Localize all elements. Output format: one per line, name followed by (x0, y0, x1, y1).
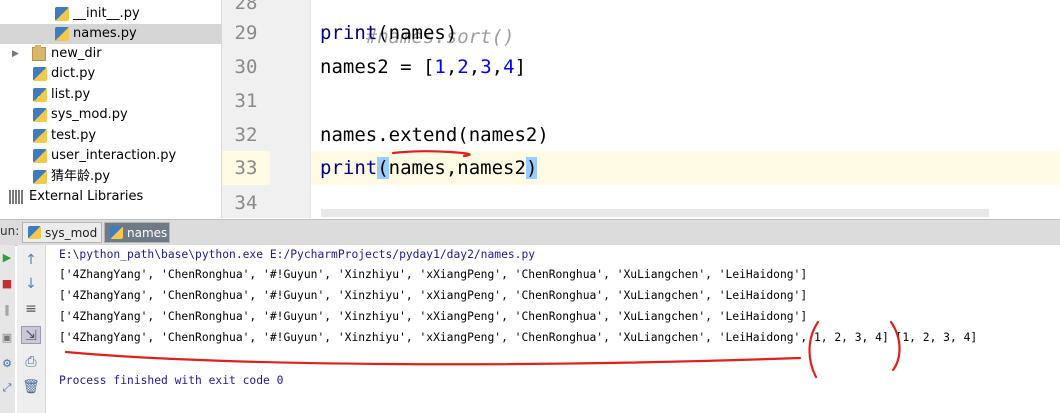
code-text: ] (514, 56, 527, 78)
line-number: 31 (234, 90, 258, 112)
tree-item-init[interactable]: __init__.py (0, 4, 221, 24)
folder-icon (32, 45, 46, 61)
line-number: 32 (234, 124, 258, 146)
print-icon[interactable]: ⎙ (21, 353, 41, 371)
python-file-icon (28, 226, 41, 239)
code-text: , (445, 56, 458, 78)
code-number: 2 (457, 56, 469, 78)
python-file-icon (55, 27, 69, 41)
tree-item-new-dir[interactable]: ▶ new_dir (0, 44, 221, 64)
tree-item-label: sys_mod.py (51, 107, 128, 122)
tree-item-guess-age[interactable]: 猜年龄.py (0, 167, 221, 187)
tree-item-label: __init__.py (73, 6, 140, 21)
tree-item-user-interaction[interactable]: user_interaction.py (0, 146, 221, 166)
code-builtin: print (320, 22, 378, 44)
code-editor[interactable]: #names.sort() print(names) names2 = [1,2… (311, 0, 1060, 218)
tree-item-external-libraries[interactable]: External Libraries (0, 187, 221, 207)
pin-icon[interactable]: ⤢ (1, 381, 13, 395)
python-file-icon (110, 226, 123, 239)
code-text: names2 = [ (320, 56, 435, 78)
pause-icon[interactable]: ‖ (1, 303, 13, 317)
scroll-to-end-icon[interactable]: ⇲ (21, 326, 41, 344)
line-number: 30 (234, 56, 258, 78)
run-tab-names[interactable]: names (104, 222, 170, 243)
tree-item-label: names.py (73, 26, 137, 41)
line-number-gutter: 28 29 30 31 32 33 34 (222, 0, 311, 218)
code-method: extend (388, 124, 458, 146)
tree-item-label: test.py (51, 128, 97, 143)
code-line-33: print(names,names2) (320, 151, 538, 185)
stop-icon[interactable]: ■ (1, 277, 13, 291)
tree-item-names[interactable]: names.py (0, 24, 221, 44)
run-toolbar: un: sys_mod names (0, 219, 1060, 246)
run-side-strip: ▶ ■ ‖ ▣ ⚙ ⤢ (0, 245, 15, 413)
run-tab-label: names (127, 226, 168, 240)
python-file-icon (33, 88, 47, 102)
run-tab-label: sys_mod (45, 226, 98, 240)
console-command-line: E:\python_path\base\python.exe E:/Pychar… (59, 248, 536, 261)
tree-item-test[interactable]: test.py (0, 126, 221, 146)
code-line-29: print(names) (320, 16, 457, 50)
python-file-icon (33, 149, 47, 163)
tree-item-dict[interactable]: dict.py (0, 64, 221, 84)
run-tab-sys-mod[interactable]: sys_mod (22, 222, 102, 243)
expand-arrow-icon[interactable]: ▶ (12, 44, 19, 64)
code-text: , (491, 56, 504, 78)
console-toolbar: ↑ ↓ ≡ ⇲ ⎙ 🗑 (17, 245, 46, 413)
project-tree: __init__.py names.py ▶ new_dir dict.py l… (0, 0, 222, 218)
run-console-output[interactable]: E:\python_path\base\python.exe E:/Pychar… (46, 245, 1060, 413)
horizontal-scrollbar[interactable] (321, 209, 989, 217)
run-label: un: (0, 224, 20, 238)
line-number: 34 (234, 192, 258, 214)
code-text: names. (320, 124, 389, 146)
scroll-down-icon[interactable]: ↓ (21, 275, 41, 293)
library-icon (9, 190, 23, 204)
tree-item-label: External Libraries (29, 189, 144, 204)
tree-item-sys-mod[interactable]: sys_mod.py (0, 105, 221, 125)
console-output-line: ['4ZhangYang', 'ChenRonghua', '#!Guyun',… (59, 289, 808, 302)
tree-item-label: dict.py (51, 66, 96, 81)
soft-wrap-icon[interactable]: ≡ (21, 300, 41, 318)
code-text: names,names2 (388, 157, 526, 179)
python-file-icon (33, 67, 47, 81)
matching-paren: ( (377, 157, 389, 179)
console-output-line: ['4ZhangYang', 'ChenRonghua', '#!Guyun',… (59, 331, 978, 344)
python-file-icon (33, 170, 47, 184)
code-line-32: names.extend(names2) (320, 118, 549, 152)
scroll-up-icon[interactable]: ↑ (21, 251, 41, 269)
console-output-line: ['4ZhangYang', 'ChenRonghua', '#!Guyun',… (59, 310, 808, 323)
tree-item-label: user_interaction.py (51, 148, 177, 163)
code-number: 4 (503, 56, 515, 78)
tree-item-label: list.py (51, 87, 91, 102)
code-number: 3 (480, 56, 492, 78)
tree-item-label: new_dir (51, 46, 102, 61)
code-text: (names) (377, 22, 458, 44)
code-builtin: print (320, 157, 378, 179)
python-file-icon (33, 108, 47, 122)
code-line-30: names2 = [1,2,3,4] (320, 50, 526, 84)
line-number: 29 (234, 22, 258, 44)
tree-item-label: 猜年龄.py (51, 169, 111, 184)
restore-layout-icon[interactable]: ▣ (1, 331, 13, 345)
clear-all-icon[interactable]: 🗑 (21, 378, 41, 396)
python-file-icon (33, 129, 47, 143)
python-file-icon (55, 7, 69, 21)
matching-paren: ) (525, 157, 538, 179)
tree-item-list[interactable]: list.py (0, 85, 221, 105)
code-text: , (468, 56, 481, 78)
code-text: (names2) (457, 124, 549, 146)
settings-icon[interactable]: ⚙ (1, 357, 13, 371)
console-exit-message: Process finished with exit code 0 (59, 374, 284, 387)
rerun-icon[interactable]: ▶ (1, 251, 13, 265)
code-number: 1 (434, 56, 446, 78)
console-output-line: ['4ZhangYang', 'ChenRonghua', '#!Guyun',… (59, 268, 808, 281)
line-number-current: 33 (222, 151, 270, 185)
